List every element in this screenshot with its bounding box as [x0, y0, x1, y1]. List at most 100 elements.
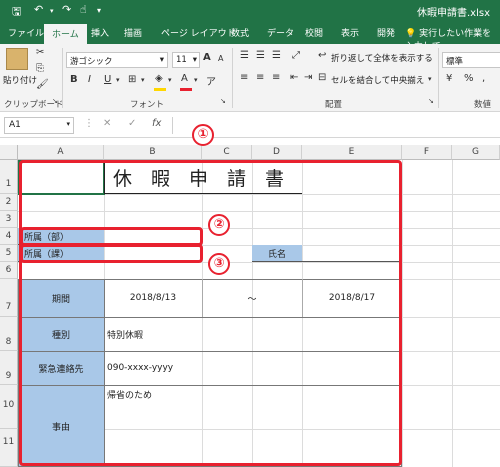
underline-button[interactable]: U [104, 74, 111, 85]
font-size-select[interactable]: 11 ▾ [172, 52, 200, 68]
fill-dropdown-icon[interactable]: ▾ [168, 76, 172, 84]
font-color-button[interactable]: A [181, 73, 188, 84]
alignment-launcher-icon[interactable]: ↘ [428, 97, 434, 105]
comma-button[interactable]: , [482, 73, 485, 84]
row-header-2[interactable]: 2 [0, 194, 18, 211]
column-header-d[interactable]: D [252, 145, 302, 160]
merge-dropdown-icon[interactable]: ▾ [428, 75, 432, 83]
insert-function-icon[interactable]: fx [152, 118, 161, 129]
cut-icon[interactable]: ✂ [36, 47, 44, 58]
align-bottom-icon[interactable]: ☰ [272, 50, 281, 61]
column-header-c[interactable]: C [202, 145, 252, 160]
merge-center-icon[interactable]: ⊟ [318, 72, 326, 83]
column-header-g[interactable]: G [452, 145, 500, 160]
title-bar: 🖫 ↶ ▾ ↷ ☝ ▾ 休暇申請書.xlsx [0, 0, 500, 22]
undo-dropdown-icon[interactable]: ▾ [50, 7, 54, 15]
row-header-8[interactable]: 8 [0, 317, 18, 351]
select-all-button[interactable] [0, 145, 18, 160]
fill-color-icon[interactable]: ◈ [155, 73, 163, 84]
percent-button[interactable]: % [464, 73, 474, 84]
section-row-highlight [20, 244, 203, 263]
paste-icon[interactable] [6, 48, 28, 70]
alignment-group-label: 配置 [325, 100, 343, 110]
row-header-5[interactable]: 5 [0, 245, 18, 262]
customize-qat-icon[interactable]: ▾ [97, 6, 101, 15]
column-header-a[interactable]: A [18, 145, 104, 160]
ribbon-tabs: ファイル ホーム 挿入 描画 ページ レイアウト 数式 データ 校閲 表示 開発… [0, 22, 500, 52]
borders-icon[interactable]: ⊞ [128, 74, 136, 85]
row-header-6[interactable]: 6 [0, 262, 18, 279]
tab-developer[interactable]: 開発 [377, 26, 395, 39]
align-middle-icon[interactable]: ☰ [256, 50, 265, 61]
redo-icon[interactable]: ↷ [62, 3, 71, 16]
gridline [452, 160, 453, 467]
shrink-font-button[interactable]: A [218, 54, 223, 63]
font-group-label: フォント [130, 100, 165, 110]
separator [62, 48, 63, 108]
formula-input[interactable] [172, 117, 498, 134]
callout-badge-3: ③ [208, 253, 230, 275]
font-name-select[interactable]: 游ゴシック ▾ [66, 52, 168, 68]
name-box[interactable]: A1 ▾ [4, 117, 74, 134]
font-color-swatch [180, 88, 192, 91]
align-right-icon[interactable]: ≡ [272, 72, 280, 83]
window-title: 休暇申請書.xlsx [416, 8, 490, 19]
tab-review[interactable]: 校閲 [305, 26, 323, 39]
number-format-select[interactable]: 標準 [442, 52, 500, 68]
underline-dropdown-icon[interactable]: ▾ [116, 76, 120, 84]
save-icon[interactable]: 🖫 [12, 3, 21, 22]
separator [232, 48, 233, 108]
row-header-9[interactable]: 9 [0, 351, 18, 385]
font-size-value: 11 [176, 55, 187, 65]
currency-icon[interactable]: ¥ [446, 73, 452, 84]
column-header-e[interactable]: E [302, 145, 402, 160]
merge-center-button[interactable]: セルを結合して中央揃え [331, 74, 424, 86]
tab-insert[interactable]: 挿入 [91, 26, 109, 39]
grow-font-button[interactable]: A [203, 52, 211, 63]
column-header-b[interactable]: B [104, 145, 202, 160]
column-header-f[interactable]: F [402, 145, 452, 160]
row-header-3[interactable]: 3 [0, 211, 18, 228]
gridline [402, 160, 403, 467]
tab-draw[interactable]: 描画 [124, 26, 142, 39]
tab-home[interactable]: ホーム [44, 24, 87, 44]
name-box-value: A1 [9, 120, 21, 130]
increase-indent-icon[interactable]: ⇥ [304, 72, 312, 83]
cancel-icon[interactable]: ✕ [103, 118, 111, 129]
font-launcher-icon[interactable]: ↘ [220, 97, 226, 105]
align-left-icon[interactable]: ≡ [240, 72, 248, 83]
align-top-icon[interactable]: ☰ [240, 50, 249, 61]
enter-icon[interactable]: ✓ [128, 118, 136, 129]
chevron-down-icon: ▾ [66, 120, 70, 128]
phonetic-icon[interactable]: ア [206, 73, 216, 88]
borders-dropdown-icon[interactable]: ▾ [141, 76, 145, 84]
row-header-11[interactable]: 11 [0, 429, 18, 467]
decrease-indent-icon[interactable]: ⇤ [290, 72, 298, 83]
bold-button[interactable]: B [70, 74, 78, 85]
row-header-10[interactable]: 10 [0, 385, 18, 429]
ribbon-home: 貼り付け ✂ ⎘ 🖌 クリップボード ↘ 游ゴシック ▾ 11 ▾ A A B I … [0, 44, 500, 112]
tab-view[interactable]: 表示 [341, 26, 359, 39]
italic-button[interactable]: I [88, 74, 91, 85]
tab-data[interactable]: データ [267, 26, 294, 39]
row-header-1[interactable]: 1 [0, 160, 18, 194]
format-painter-icon[interactable]: 🖌 [36, 79, 49, 90]
touch-mode-icon[interactable]: ☝ [80, 3, 87, 16]
align-center-icon[interactable]: ≡ [256, 72, 264, 83]
row-header-4[interactable]: 4 [0, 228, 18, 245]
font-color-dropdown-icon[interactable]: ▾ [194, 76, 198, 84]
callout-badge-2: ② [208, 214, 230, 236]
tab-file[interactable]: ファイル [8, 26, 44, 39]
more-icon: ⋮ [84, 118, 94, 129]
copy-icon[interactable]: ⎘ [36, 63, 44, 74]
clipboard-launcher-icon[interactable]: ↘ [52, 97, 58, 105]
undo-icon[interactable]: ↶ [34, 3, 43, 16]
wrap-text-icon[interactable]: ↩ [318, 50, 326, 61]
orientation-icon[interactable]: ⤢ [292, 50, 300, 61]
tab-page-layout[interactable]: ページ レイアウト [161, 26, 236, 39]
paste-button[interactable]: 貼り付け [3, 74, 37, 86]
number-group-label: 数値 [474, 100, 492, 110]
tab-formulas[interactable]: 数式 [231, 26, 249, 39]
wrap-text-button[interactable]: 折り返して全体を表示する [331, 52, 433, 64]
row-header-7[interactable]: 7 [0, 279, 18, 317]
